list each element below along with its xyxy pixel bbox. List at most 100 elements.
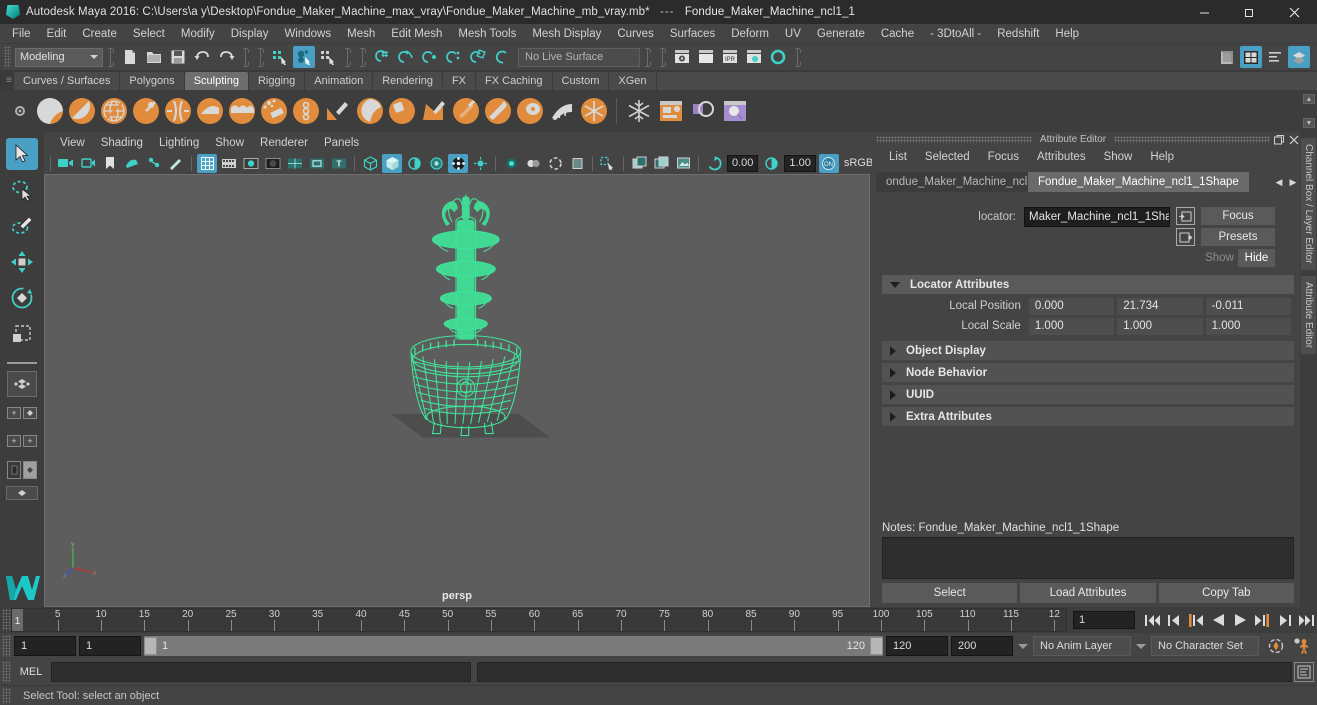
render-settings-icon[interactable] [743, 46, 765, 68]
ae-tab-prev-icon[interactable]: ◀ [1272, 172, 1286, 192]
menu-surfaces[interactable]: Surfaces [662, 24, 723, 44]
select-by-component-type-icon[interactable] [317, 46, 339, 68]
gamma-field[interactable]: 1.00 [784, 154, 816, 172]
field-chart-icon[interactable] [285, 154, 305, 173]
duplicate-view-icon[interactable] [629, 154, 649, 173]
playback-end-time-field[interactable]: 120 [886, 636, 948, 656]
character-set-selector[interactable]: No Character Set [1151, 636, 1259, 656]
foamy-tool-icon[interactable] [227, 96, 257, 126]
ae-menu-focus[interactable]: Focus [979, 147, 1028, 167]
menu-3dtoall[interactable]: - 3DtoAll - [922, 24, 989, 44]
ae-menu-show[interactable]: Show [1095, 147, 1142, 167]
grid-icon[interactable] [197, 153, 217, 173]
shelf-tab-custom[interactable]: Custom [552, 72, 609, 90]
shelf-scroll-up-icon[interactable]: ▲ [1303, 94, 1315, 104]
side-tab-channel-box-layer-editor[interactable]: Channel Box / Layer Editor [1301, 138, 1316, 270]
persp-graph-layout-icon[interactable] [7, 457, 37, 483]
select-by-hierarchy-icon[interactable] [269, 46, 291, 68]
viewport-menu-view[interactable]: View [52, 134, 93, 152]
go-to-start-icon[interactable] [1142, 610, 1162, 630]
go-to-end-icon[interactable] [1296, 610, 1316, 630]
local-position-x-field[interactable]: 0.000 [1028, 297, 1115, 315]
single-perspective-view-icon[interactable] [7, 371, 37, 397]
current-time-field[interactable]: 1 [1073, 611, 1135, 629]
repeat-tool-icon[interactable] [291, 96, 321, 126]
shelf-scroll-down-icon[interactable]: ▼ [1303, 118, 1315, 128]
ae-node-name-input[interactable]: Maker_Machine_ncl1_1Shape [1024, 207, 1170, 227]
menu-mesh[interactable]: Mesh [339, 24, 383, 44]
snap-to-point-icon[interactable] [419, 46, 441, 68]
live-surface-field[interactable]: No Live Surface [518, 47, 640, 67]
attribute-editor-icon[interactable] [1240, 46, 1262, 68]
shelf-tab-polygons[interactable]: Polygons [120, 72, 184, 90]
menu-curves[interactable]: Curves [609, 24, 661, 44]
viewport-menu-renderer[interactable]: Renderer [252, 134, 316, 152]
script-editor-icon[interactable] [1294, 662, 1314, 682]
viewport-menu-panels[interactable]: Panels [316, 134, 367, 152]
tear-off-copy-icon[interactable] [651, 154, 671, 173]
two-d-pan-zoom-icon[interactable] [144, 154, 164, 173]
shelf-tab-rendering[interactable]: Rendering [373, 72, 442, 90]
channel-box-icon[interactable] [1288, 46, 1310, 68]
step-forward-frame-icon[interactable] [1274, 610, 1294, 630]
new-scene-icon[interactable] [119, 46, 141, 68]
resolution-gate-icon[interactable] [241, 154, 261, 173]
menu-display[interactable]: Display [223, 24, 277, 44]
pinch-tool-icon[interactable] [163, 96, 193, 126]
snap-to-view-plane-icon[interactable] [467, 46, 489, 68]
ae-load-attributes-button[interactable]: Load Attributes [1020, 583, 1156, 603]
outliner-persp-layout-icon[interactable]: + + [7, 428, 37, 454]
camera-attributes-icon[interactable] [78, 154, 98, 173]
ae-menu-list[interactable]: List [880, 147, 916, 167]
panel-drag-dots-left[interactable] [876, 136, 1032, 143]
side-tab-attribute-editor[interactable]: Attribute Editor [1301, 275, 1316, 354]
time-slider-playhead[interactable]: 1 [12, 609, 23, 631]
menu-uv[interactable]: UV [777, 24, 809, 44]
select-tool[interactable] [6, 138, 38, 170]
save-scene-icon[interactable] [167, 46, 189, 68]
step-back-frame-icon[interactable] [1164, 610, 1184, 630]
scale-tool[interactable] [6, 318, 38, 350]
multisample-aa-icon[interactable] [501, 154, 521, 173]
use-all-lights-icon[interactable] [404, 154, 424, 173]
section-node-behavior[interactable]: Node Behavior [882, 363, 1294, 382]
animation-preferences-icon[interactable] [1291, 636, 1311, 656]
xray-icon[interactable] [567, 154, 587, 173]
sculpt-tool-icon[interactable] [35, 96, 65, 126]
open-scene-icon[interactable] [143, 46, 165, 68]
make-live-icon[interactable] [491, 46, 513, 68]
ipr-render-icon[interactable]: IPR [719, 46, 741, 68]
close-icon[interactable] [1272, 0, 1317, 24]
section-uuid[interactable]: UUID [882, 385, 1294, 404]
notes-textarea[interactable] [882, 537, 1294, 579]
tool-settings-icon[interactable] [1264, 46, 1286, 68]
render-current-frame-icon[interactable] [671, 46, 693, 68]
menu-redshift[interactable]: Redshift [989, 24, 1047, 44]
menu-create[interactable]: Create [74, 24, 125, 44]
ae-focus-button[interactable]: Focus [1201, 207, 1275, 225]
render-view-icon[interactable] [1216, 46, 1238, 68]
animation-start-time-field[interactable]: 1 [14, 636, 76, 656]
perspective-viewport[interactable]: y x z persp [44, 174, 870, 607]
menu-mesh-display[interactable]: Mesh Display [524, 24, 609, 44]
step-forward-key-icon[interactable] [1252, 610, 1272, 630]
four-view-layout-icon[interactable]: + [7, 400, 37, 426]
shelf-scroll-arrows[interactable]: ▲ ▼ [1303, 94, 1315, 128]
status-bar-grip[interactable] [2, 687, 11, 704]
ae-menu-attributes[interactable]: Attributes [1028, 147, 1095, 167]
local-scale-x-field[interactable]: 1.000 [1028, 317, 1115, 335]
move-tool[interactable] [6, 246, 38, 278]
ae-output-connection-icon[interactable] [1176, 228, 1195, 246]
safe-title-icon[interactable]: T [329, 154, 349, 173]
local-position-y-field[interactable]: 21.734 [1117, 297, 1203, 315]
relax-tool-icon[interactable] [99, 96, 129, 126]
ae-tab-transform[interactable]: ondue_Maker_Machine_ncl1_1 [876, 172, 1028, 192]
menu-edit[interactable]: Edit [39, 24, 75, 44]
anim-layer-dropdown-icon[interactable] [1016, 636, 1030, 656]
image-plane-icon[interactable] [122, 154, 142, 173]
exposure-icon[interactable] [704, 154, 724, 173]
fill-tool-icon[interactable] [419, 96, 449, 126]
bookmark-icon[interactable] [100, 154, 120, 173]
bulge-tool-icon[interactable] [515, 96, 545, 126]
command-input-field[interactable] [51, 662, 471, 682]
